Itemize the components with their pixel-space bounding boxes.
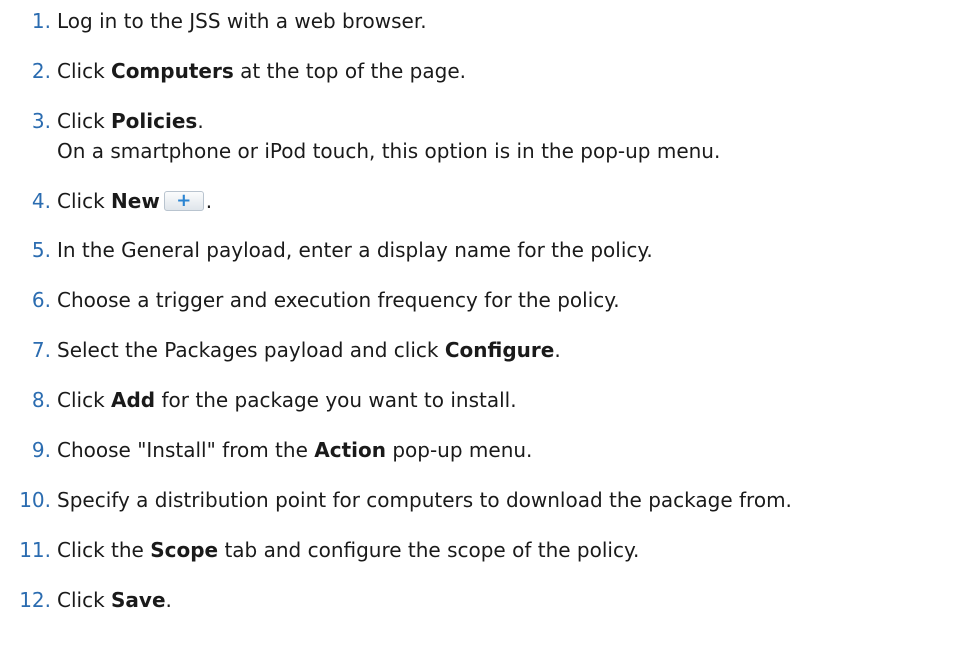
step-number: 5. (31, 238, 51, 262)
step-text: Choose a trigger and execution frequency… (57, 288, 620, 312)
step-text-pre: Select the Packages payload and click (57, 338, 445, 362)
plus-icon: + (163, 190, 204, 211)
step-number: 1. (31, 9, 51, 33)
step-10: 10. Specify a distribution point for comp… (0, 488, 792, 512)
step-text-pre: Click (57, 388, 112, 412)
ui-term-scope: Scope (150, 538, 219, 562)
step-number: 6. (31, 288, 51, 312)
ui-term-save: Save (111, 588, 166, 612)
step-text-pre: Click (57, 588, 112, 612)
step-4: 4. Click New +. (0, 189, 212, 213)
step-text-pre: Choose "Install" from the (57, 438, 315, 462)
step-text-post: pop-up menu. (385, 438, 533, 462)
step-text-post: tab and configure the scope of the polic… (218, 538, 640, 562)
step-7: 7. Select the Packages payload and click … (0, 338, 561, 362)
step-12: 12. Click Save. (0, 588, 172, 612)
step-text-pre: Click (57, 109, 112, 133)
step-text-pre: Click (57, 59, 112, 83)
step-text-post: . (165, 588, 172, 612)
step-text: In the General payload, enter a display … (57, 238, 653, 262)
step-8: 8. Click Add for the package you want to … (0, 388, 517, 412)
step-text-post: . (197, 109, 204, 133)
step-number: 7. (31, 338, 51, 362)
step-text-post: for the package you want to install. (155, 388, 517, 412)
step-text: Specify a distribution point for compute… (57, 488, 792, 512)
step-number: 12. (19, 588, 51, 612)
step-3: 3. Click Policies. (0, 109, 204, 133)
step-number: 4. (31, 189, 51, 213)
step-11: 11. Click the Scope tab and configure the… (0, 538, 639, 562)
step-9: 9. Choose "Install" from the Action pop-u… (0, 438, 533, 462)
ui-term-policies: Policies (111, 109, 198, 133)
step-number: 3. (31, 109, 51, 133)
instruction-steps: 1. Log in to the JSS with a web browser. … (0, 0, 955, 658)
step-number: 2. (31, 59, 51, 83)
step-number: 9. (31, 438, 51, 462)
ui-term-computers: Computers (111, 59, 234, 83)
step-number: 8. (31, 388, 51, 412)
step-text-pre: Click the (57, 538, 151, 562)
step-6: 6. Choose a trigger and execution frequen… (0, 288, 620, 312)
step-text-pre: Click (57, 189, 112, 213)
step-2: 2. Click Computers at the top of the page… (0, 59, 466, 83)
ui-term-action: Action (314, 438, 386, 462)
step-1: 1. Log in to the JSS with a web browser. (0, 9, 427, 33)
step-text: Log in to the JSS with a web browser. (57, 9, 427, 33)
step-text-post: . (554, 338, 561, 362)
step-text-post: at the top of the page. (233, 59, 466, 83)
step-number: 11. (19, 538, 51, 562)
step-5: 5. In the General payload, enter a displa… (0, 238, 653, 262)
ui-term-new: New (111, 189, 160, 213)
ui-term-configure: Configure (444, 338, 555, 362)
ui-term-add: Add (111, 388, 156, 412)
step-number: 10. (19, 488, 51, 512)
step-text-post: . (205, 189, 213, 213)
step-3-note: On a smartphone or iPod touch, this opti… (57, 139, 721, 163)
